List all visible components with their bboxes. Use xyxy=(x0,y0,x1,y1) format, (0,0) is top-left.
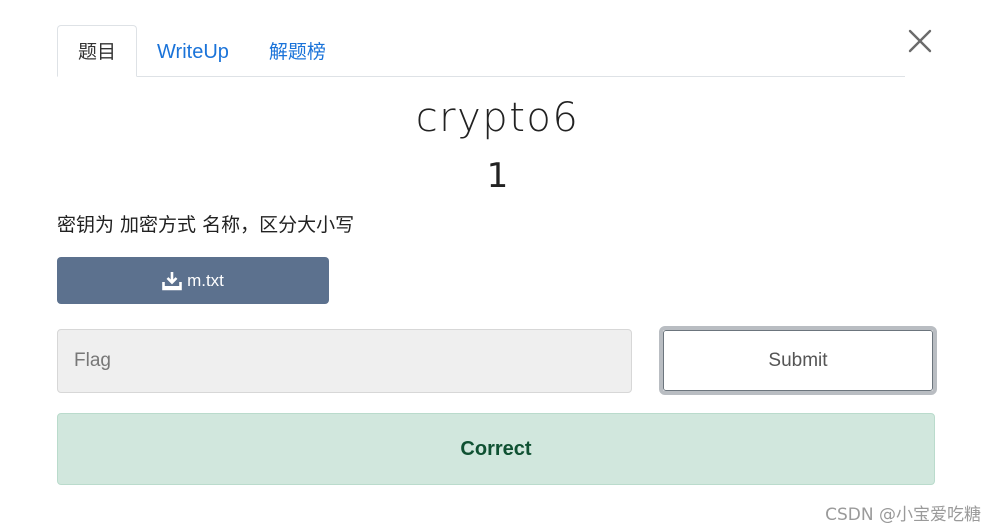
submit-label: Submit xyxy=(663,330,933,391)
file-name: m.txt xyxy=(187,270,224,290)
close-icon xyxy=(908,29,932,53)
tab-writeup[interactable]: WriteUp xyxy=(137,26,249,76)
result-message: Correct xyxy=(460,437,532,460)
result-alert: Correct xyxy=(57,413,935,485)
file-download-button[interactable]: m.txt xyxy=(57,257,329,304)
challenge-points: 1 xyxy=(486,156,509,196)
close-button[interactable] xyxy=(906,27,934,55)
challenge-description: 密钥为 加密方式 名称，区分大小写 xyxy=(57,214,355,236)
download-icon xyxy=(162,271,182,291)
challenge-tabs: 题目 WriteUp 解题榜 xyxy=(57,25,905,77)
flag-input[interactable] xyxy=(57,329,632,393)
tab-challenge[interactable]: 题目 xyxy=(57,25,138,77)
challenge-name: crypto6 xyxy=(415,95,580,141)
submit-button[interactable]: Submit xyxy=(659,326,937,395)
challenge-modal: 题目 WriteUp 解题榜 crypto6 1 密钥为 加密方式 名称，区分大… xyxy=(0,0,995,531)
tab-solves[interactable]: 解题榜 xyxy=(249,26,346,76)
watermark: CSDN @小宝爱吃糖 xyxy=(825,505,981,525)
